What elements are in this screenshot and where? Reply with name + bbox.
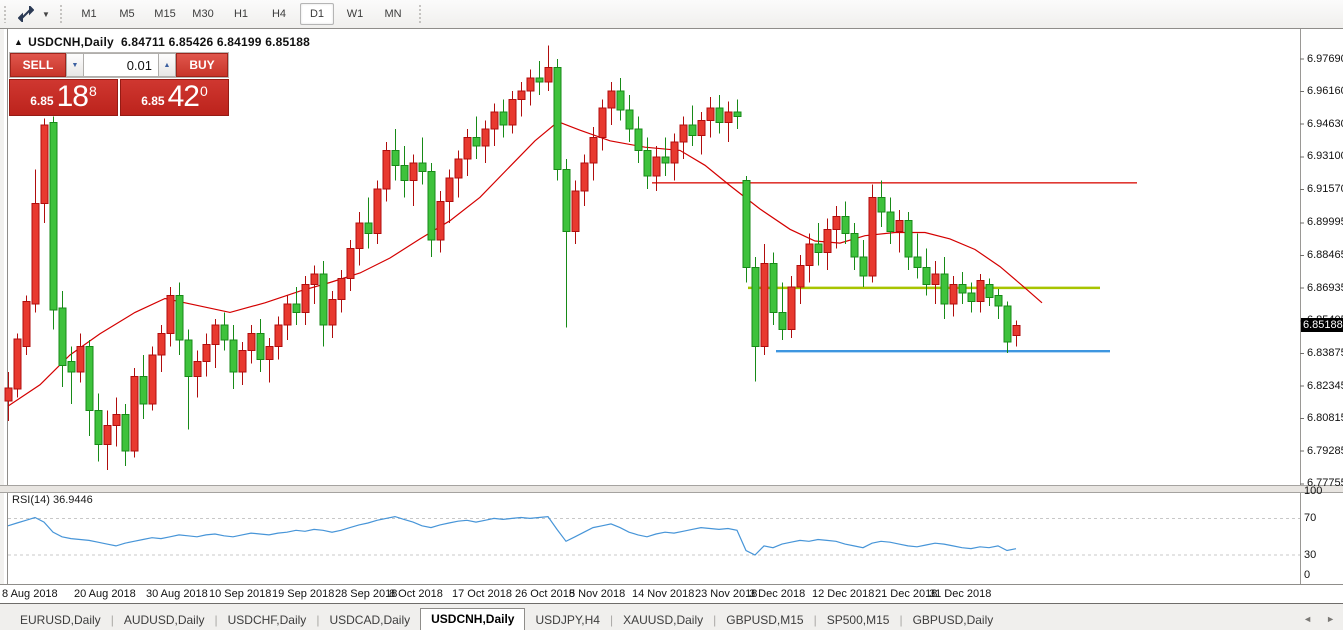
rsi-axis-label: 30 — [1304, 549, 1316, 561]
price-axis-label: 6.89995 — [1307, 216, 1343, 228]
chart-window: ▲USDCNH,Daily 6.84711 6.85426 6.84199 6.… — [0, 28, 1343, 604]
ask-price-pips: 42 — [168, 82, 199, 112]
timeframe-button-h1[interactable]: H1 — [224, 3, 258, 25]
date-axis-label: 14 Nov 2018 — [632, 588, 694, 600]
chevron-down-icon[interactable]: ▼ — [39, 3, 53, 25]
spinner-up-icon: ▲ — [164, 62, 171, 69]
rsi-axis-label: 0 — [1304, 569, 1310, 581]
price-axis-label: 6.96160 — [1307, 85, 1343, 97]
date-axis-label: 3 Dec 2018 — [749, 588, 805, 600]
price-axis-label: 6.97690 — [1307, 53, 1343, 65]
tab-scroll-left-icon[interactable]: ◄ — [1303, 614, 1312, 624]
tab-scroll-right-icon[interactable]: ► — [1326, 614, 1335, 624]
rsi-axis-label: 100 — [1304, 485, 1322, 497]
timeframe-button-m5[interactable]: M5 — [110, 3, 144, 25]
chart-tab-usdchf[interactable]: USDCHF,Daily — [218, 611, 317, 630]
ask-price-panel[interactable]: 6.85 42 0 — [120, 79, 229, 116]
bid-price-panel[interactable]: 6.85 18 8 — [9, 79, 118, 116]
sell-button[interactable]: SELL — [10, 53, 66, 77]
timeframe-button-m1[interactable]: M1 — [72, 3, 106, 25]
timeframe-button-m15[interactable]: M15 — [148, 3, 182, 25]
rsi-plot-area[interactable] — [8, 491, 1300, 584]
chart-tab-usdjpy[interactable]: USDJPY,H4 — [525, 611, 609, 630]
chart-tab-sp500[interactable]: SP500,M15 — [817, 611, 900, 630]
chart-tab-xauusd[interactable]: XAUUSD,Daily — [613, 611, 713, 630]
timeframe-button-m30[interactable]: M30 — [186, 3, 220, 25]
chart-tab-gbpusd[interactable]: GBPUSD,M15 — [716, 611, 813, 630]
bid-price-major: 6.85 — [30, 90, 53, 112]
bid-price-pips: 18 — [57, 82, 88, 112]
date-axis-label: 30 Aug 2018 — [146, 588, 208, 600]
spinner-down-icon: ▼ — [72, 62, 79, 69]
top-toolbar: ▼ M1M5M15M30H1H4D1W1MN — [0, 0, 1343, 29]
chart-tab-usdcnh[interactable]: USDCNH,Daily — [420, 608, 525, 630]
timeframe-button-mn[interactable]: MN — [376, 3, 410, 25]
chart-tab-audusd[interactable]: AUDUSD,Daily — [114, 611, 215, 630]
date-axis-label: 12 Dec 2018 — [812, 588, 874, 600]
price-axis-label: 6.82345 — [1307, 380, 1343, 392]
crossed-arrows-icon[interactable] — [13, 3, 39, 25]
date-axis-label: 20 Aug 2018 — [74, 588, 136, 600]
rsi-axis-label: 70 — [1304, 512, 1316, 524]
ask-price-major: 6.85 — [141, 90, 164, 112]
chart-tab-gbpusd[interactable]: GBPUSD,Daily — [903, 611, 1004, 630]
buy-button[interactable]: BUY — [176, 53, 228, 77]
window-left-edge — [0, 29, 8, 604]
price-axis-label: 6.91570 — [1307, 183, 1343, 195]
toolbar-separator — [59, 4, 64, 24]
date-axis-label: 5 Nov 2018 — [569, 588, 625, 600]
volume-input[interactable]: 0.01 — [84, 53, 158, 77]
date-axis-label: 8 Oct 2018 — [389, 588, 443, 600]
one-click-trading-panel: SELL ▼ 0.01 ▲ BUY 6.85 18 8 6.85 42 0 — [9, 52, 229, 116]
price-axis-label: 6.83875 — [1307, 347, 1343, 359]
timeframe-button-d1[interactable]: D1 — [300, 3, 334, 25]
date-axis-label: 19 Sep 2018 — [272, 588, 334, 600]
volume-decrease-button[interactable]: ▼ — [66, 53, 84, 77]
timeframe-button-w1[interactable]: W1 — [338, 3, 372, 25]
price-axis-label: 6.94630 — [1307, 118, 1343, 130]
price-axis-divider — [1300, 29, 1301, 584]
ask-price-point: 0 — [200, 84, 208, 98]
timeframe-button-h4[interactable]: H4 — [262, 3, 296, 25]
price-axis-label: 6.79285 — [1307, 445, 1343, 457]
date-axis-label: 8 Aug 2018 — [2, 588, 58, 600]
toolbar-separator — [418, 4, 423, 24]
price-axis-label: 6.86935 — [1307, 282, 1343, 294]
chart-tab-bar: EURUSD,Daily|AUDUSD,Daily|USDCHF,Daily|U… — [0, 603, 1343, 630]
chart-tab-usdcad[interactable]: USDCAD,Daily — [319, 611, 420, 630]
date-axis-label: 17 Oct 2018 — [452, 588, 512, 600]
chart-tab-eurusd[interactable]: EURUSD,Daily — [10, 611, 111, 630]
price-axis-label: 6.88465 — [1307, 249, 1343, 261]
volume-increase-button[interactable]: ▲ — [158, 53, 176, 77]
current-price-badge: 6.85188 — [1301, 318, 1343, 332]
date-axis-label: 10 Sep 2018 — [209, 588, 271, 600]
price-axis-label: 6.80815 — [1307, 412, 1343, 424]
date-axis-label: 26 Oct 2018 — [515, 588, 575, 600]
bid-price-point: 8 — [89, 84, 97, 98]
price-axis-label: 6.93100 — [1307, 150, 1343, 162]
toolbar-grip[interactable] — [3, 5, 7, 23]
date-axis-label: 31 Dec 2018 — [929, 588, 991, 600]
